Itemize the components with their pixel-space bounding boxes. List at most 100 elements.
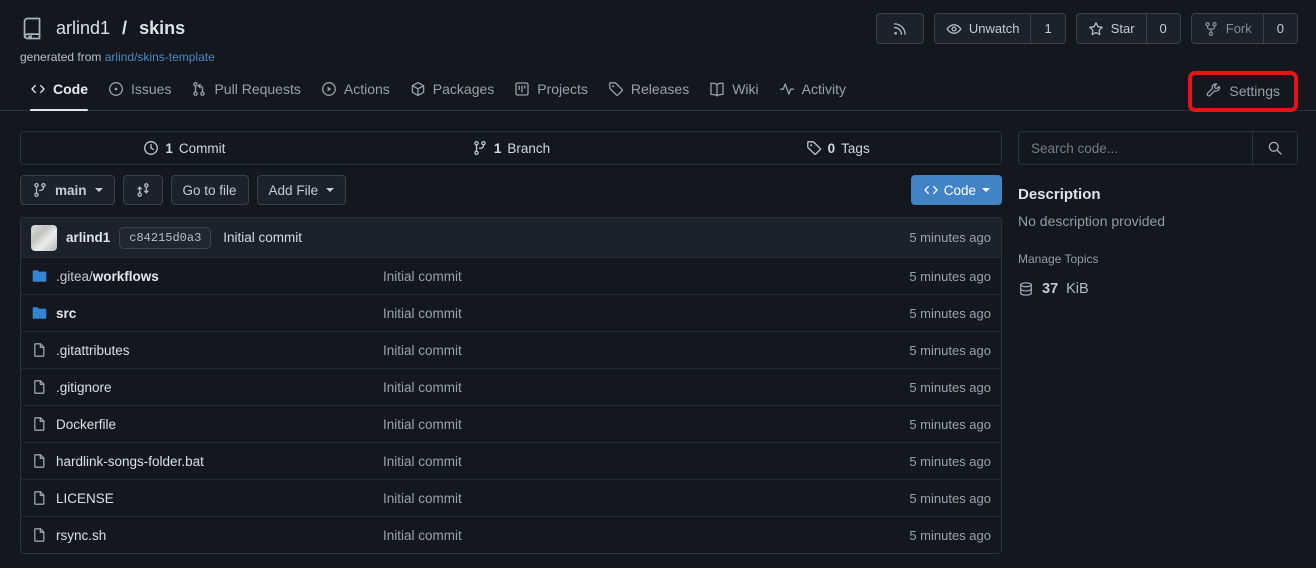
- commit-time: 5 minutes ago: [909, 230, 991, 245]
- commit-author-link[interactable]: arlind1: [66, 230, 110, 245]
- file-commit-message-link[interactable]: Initial commit: [383, 306, 909, 321]
- file-name: src: [56, 306, 76, 321]
- branches-stat[interactable]: 1 Branch: [348, 140, 675, 156]
- file-icon: [31, 379, 47, 395]
- file-name-link[interactable]: Dockerfile: [31, 416, 383, 432]
- file-name-link[interactable]: .gitattributes: [31, 342, 383, 358]
- fork-count[interactable]: 0: [1263, 14, 1297, 43]
- search-button[interactable]: [1252, 132, 1297, 164]
- file-name-link[interactable]: hardlink-songs-folder.bat: [31, 453, 383, 469]
- commit-stat-label: Commit: [179, 141, 226, 156]
- commit-hash-link[interactable]: c84215d0a3: [119, 227, 211, 249]
- tab-activity[interactable]: Activity: [769, 70, 856, 110]
- repo-owner-link[interactable]: arlind1: [56, 18, 110, 39]
- file-commit-time: 5 minutes ago: [909, 343, 991, 358]
- file-name: Dockerfile: [56, 417, 116, 432]
- chevron-down-icon: [982, 188, 990, 196]
- table-row: Dockerfile Initial commit 5 minutes ago: [21, 405, 1001, 442]
- fork-button[interactable]: Fork: [1192, 14, 1263, 43]
- settings-highlight-annotation: Settings: [1188, 71, 1298, 112]
- file-name-link[interactable]: src: [31, 305, 383, 321]
- branch-dropdown[interactable]: main: [20, 175, 115, 205]
- tags-stat[interactable]: 0 Tags: [674, 140, 1001, 156]
- compare-icon: [135, 182, 151, 198]
- commits-stat[interactable]: 1 Commit: [21, 140, 348, 156]
- file-commit-message-link[interactable]: Initial commit: [383, 269, 909, 284]
- file-commit-message-link[interactable]: Initial commit: [383, 528, 909, 543]
- file-commit-message-link[interactable]: Initial commit: [383, 454, 909, 469]
- tab-label: Projects: [537, 81, 588, 97]
- file-name-link[interactable]: LICENSE: [31, 490, 383, 506]
- file-icon: [31, 453, 47, 469]
- file-icon: [31, 490, 47, 506]
- file-path-prefix: .gitea/: [56, 269, 93, 284]
- tag-stat-label: Tags: [841, 141, 870, 156]
- file-commit-time: 5 minutes ago: [909, 417, 991, 432]
- table-row: hardlink-songs-folder.bat Initial commit…: [21, 442, 1001, 479]
- tag-icon: [806, 140, 822, 156]
- avatar[interactable]: [31, 225, 57, 251]
- branch-icon: [472, 140, 488, 156]
- table-row: LICENSE Initial commit 5 minutes ago: [21, 479, 1001, 516]
- folder-icon: [31, 268, 47, 284]
- star-button[interactable]: Star: [1077, 14, 1146, 43]
- table-row: .gitea/workflows Initial commit 5 minute…: [21, 257, 1001, 294]
- watch-button-group: Unwatch 1: [934, 13, 1066, 44]
- code-icon: [30, 81, 46, 97]
- file-name: hardlink-songs-folder.bat: [56, 454, 204, 469]
- fork-icon: [1203, 21, 1219, 37]
- file-commit-message-link[interactable]: Initial commit: [383, 417, 909, 432]
- file-icon: [31, 416, 47, 432]
- repo-tabbar: Code Issues Pull Requests Actions Packag…: [0, 70, 1316, 111]
- tab-releases[interactable]: Releases: [598, 70, 699, 110]
- tab-packages[interactable]: Packages: [400, 70, 504, 110]
- tab-pull-requests[interactable]: Pull Requests: [181, 70, 310, 110]
- repo-name-link[interactable]: skins: [139, 18, 185, 39]
- go-to-file-button[interactable]: Go to file: [171, 175, 249, 205]
- repo-separator: /: [121, 18, 128, 39]
- add-file-dropdown[interactable]: Add File: [257, 175, 347, 205]
- file-commit-time: 5 minutes ago: [909, 269, 991, 284]
- folder-icon: [31, 305, 47, 321]
- tab-label: Code: [53, 81, 88, 97]
- table-row: rsync.sh Initial commit 5 minutes ago: [21, 516, 1001, 553]
- file-name: workflows: [93, 269, 159, 284]
- generated-from-link[interactable]: arlind/skins-template: [105, 50, 215, 64]
- file-name: .gitignore: [56, 380, 112, 395]
- code-button-label: Code: [944, 183, 976, 198]
- unwatch-button[interactable]: Unwatch: [935, 14, 1031, 43]
- tab-projects[interactable]: Projects: [504, 70, 598, 110]
- commit-message-link[interactable]: Initial commit: [223, 230, 302, 245]
- repo-size: 37 KiB: [1018, 281, 1298, 297]
- watch-count[interactable]: 1: [1030, 14, 1064, 43]
- tab-wiki[interactable]: Wiki: [699, 70, 768, 110]
- current-branch: main: [55, 183, 87, 198]
- tab-actions[interactable]: Actions: [311, 70, 400, 110]
- manage-topics-link[interactable]: Manage Topics: [1018, 252, 1298, 266]
- history-clock-icon: [143, 140, 159, 156]
- file-name: .gitattributes: [56, 343, 130, 358]
- unwatch-label: Unwatch: [969, 21, 1020, 36]
- rss-button[interactable]: [876, 13, 924, 44]
- repo-sidebar: Description No description provided Mana…: [1018, 131, 1298, 554]
- tab-settings[interactable]: Settings: [1198, 75, 1288, 108]
- description-heading: Description: [1018, 186, 1298, 203]
- file-name: LICENSE: [56, 491, 114, 506]
- file-commit-message-link[interactable]: Initial commit: [383, 491, 909, 506]
- code-search-box: [1018, 131, 1298, 165]
- tab-label: Packages: [433, 81, 494, 97]
- search-input[interactable]: [1019, 132, 1252, 164]
- repo-size-value: 37: [1042, 281, 1058, 297]
- play-circle-icon: [321, 81, 337, 97]
- code-download-dropdown[interactable]: Code: [911, 175, 1002, 205]
- file-name-link[interactable]: rsync.sh: [31, 527, 383, 543]
- compare-button[interactable]: [123, 175, 163, 205]
- tab-issues[interactable]: Issues: [98, 70, 181, 110]
- file-commit-message-link[interactable]: Initial commit: [383, 343, 909, 358]
- file-commit-message-link[interactable]: Initial commit: [383, 380, 909, 395]
- tab-label: Wiki: [732, 81, 758, 97]
- star-count[interactable]: 0: [1146, 14, 1180, 43]
- file-name-link[interactable]: .gitignore: [31, 379, 383, 395]
- file-name-link[interactable]: .gitea/workflows: [31, 268, 383, 284]
- tab-code[interactable]: Code: [20, 70, 98, 110]
